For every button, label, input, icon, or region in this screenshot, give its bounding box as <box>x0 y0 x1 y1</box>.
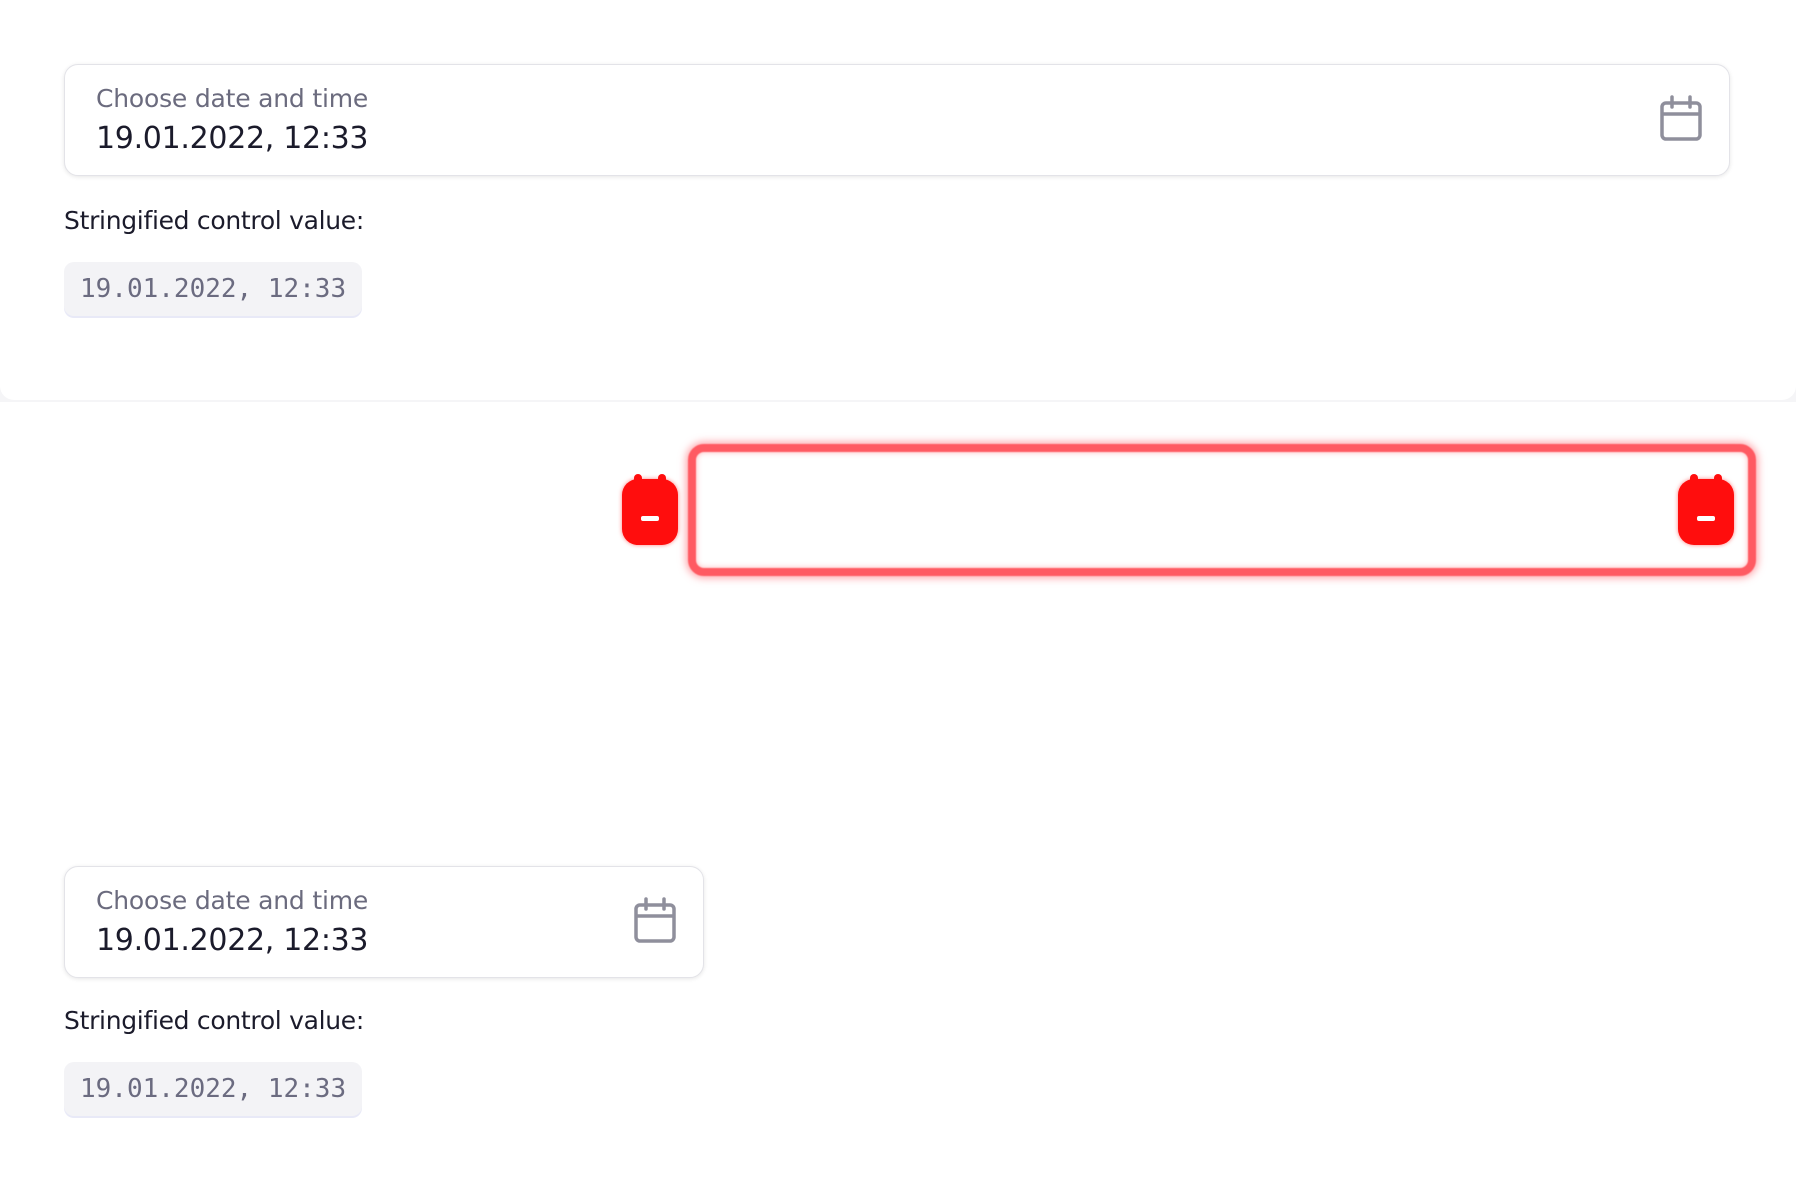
badge-bar <box>1697 516 1715 521</box>
stringified-caption: Stringified control value: <box>64 1006 365 1035</box>
stringified-value: 19.01.2022, 12:33 <box>64 1062 363 1116</box>
example-panel-full-width: Choose date and time 19.01.2022, 12:33 S… <box>0 0 1796 400</box>
calendar-icon[interactable] <box>1678 474 1734 545</box>
field-label: Choose date and time <box>96 886 369 915</box>
highlighted-date-time-field[interactable] <box>688 444 1756 576</box>
calendar-icon[interactable] <box>1659 95 1703 143</box>
badge-bar <box>641 516 659 521</box>
field-value[interactable]: 19.01.2022, 12:33 <box>96 923 369 958</box>
calendar-icon[interactable] <box>633 897 677 945</box>
stringified-value: 19.01.2022, 12:33 <box>64 262 363 316</box>
date-time-field[interactable]: Choose date and time 19.01.2022, 12:33 <box>64 866 704 978</box>
field-value[interactable]: 19.01.2022, 12:33 <box>96 121 369 156</box>
stringified-caption: Stringified control value: <box>64 206 365 235</box>
date-time-field[interactable]: Choose date and time 19.01.2022, 12:33 <box>64 64 1730 176</box>
field-label: Choose date and time <box>96 84 369 113</box>
calendar-icon <box>622 474 678 545</box>
